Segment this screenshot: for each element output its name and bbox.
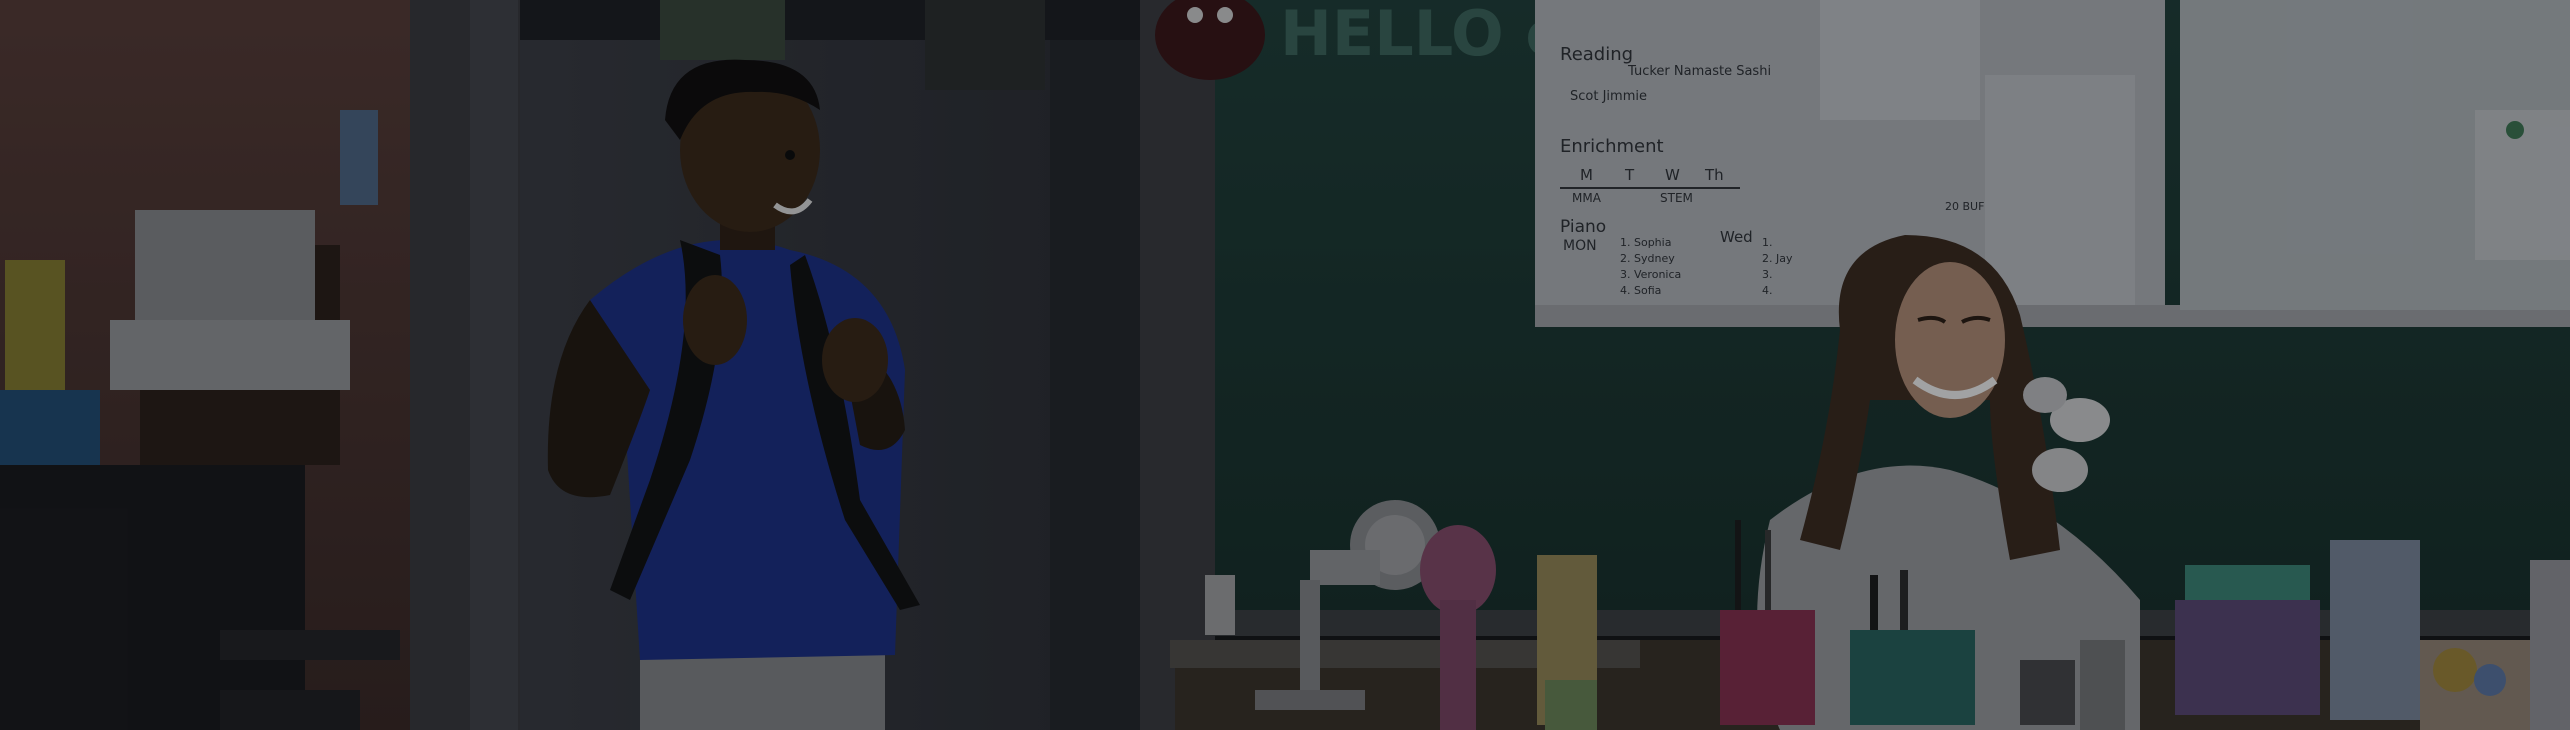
wall-poster: [340, 110, 378, 205]
svg-text:Scot Jimmie: Scot Jimmie: [1570, 89, 1647, 104]
svg-text:4.: 4.: [1762, 284, 1773, 297]
svg-text:2. Sydney: 2. Sydney: [1620, 252, 1675, 265]
svg-text:Wed: Wed: [1720, 228, 1753, 246]
svg-text:4. Sofia: 4. Sofia: [1620, 284, 1661, 297]
svg-text:1.: 1.: [1762, 236, 1773, 249]
wall-column: [1140, 0, 1215, 730]
paper-stack: [135, 210, 315, 330]
svg-text:1. Sophia: 1. Sophia: [1620, 236, 1671, 249]
svg-text:Th: Th: [1704, 166, 1724, 184]
svg-text:T: T: [1624, 166, 1635, 184]
svg-text:20 BUF: 20 BUF: [1945, 200, 1984, 213]
purple-bins: [2175, 600, 2320, 715]
svg-text:Reading: Reading: [1560, 44, 1633, 65]
svg-text:MON: MON: [1563, 238, 1597, 254]
svg-text:STEM: STEM: [1660, 191, 1693, 205]
pink-pencil-cup: [1720, 610, 1815, 725]
svg-text:M: M: [1580, 166, 1593, 184]
svg-text:MMA: MMA: [1572, 191, 1602, 205]
teal-supply-cup: [1850, 630, 1975, 725]
svg-text:2. Jay: 2. Jay: [1762, 252, 1793, 265]
svg-text:3. Veronica: 3. Veronica: [1620, 268, 1681, 281]
svg-text:3.: 3.: [1762, 268, 1773, 281]
svg-text:Enrichment: Enrichment: [1560, 136, 1664, 157]
svg-text:Tucker Namaste Sashi: Tucker Namaste Sashi: [1627, 64, 1771, 79]
svg-text:Piano: Piano: [1560, 217, 1606, 237]
photo-illustration: HELLO class Reading Scot Jimmie Tucker N…: [0, 0, 2570, 730]
svg-text:W: W: [1665, 166, 1680, 184]
classroom-photo: HELLO class Reading Scot Jimmie Tucker N…: [0, 0, 2570, 730]
yellow-roll: [5, 260, 65, 405]
